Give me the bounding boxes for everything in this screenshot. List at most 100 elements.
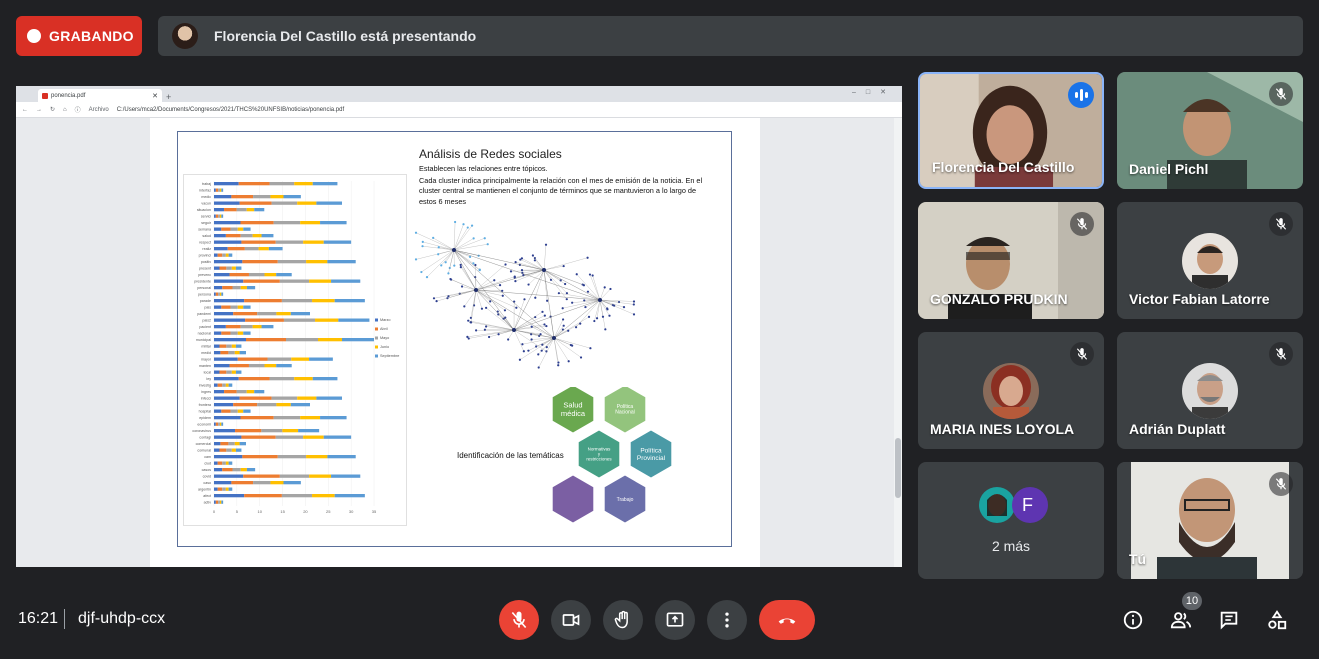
chart-legend-label: Mayo bbox=[380, 336, 389, 340]
viewer-scrollbar[interactable] bbox=[894, 118, 902, 567]
chart-bar-segment bbox=[312, 494, 335, 498]
chart-legend-label: Septiembre bbox=[380, 354, 399, 358]
network-node bbox=[557, 364, 560, 367]
chart-bar-segment bbox=[246, 390, 255, 394]
participant-count-badge: 10 bbox=[1182, 592, 1202, 610]
scrollbar-thumb[interactable] bbox=[895, 438, 901, 498]
chart-bar-segment bbox=[214, 351, 221, 355]
chart-bar-segment bbox=[320, 416, 347, 420]
pdf-page: 0 5 10 15 20 25 30 35 trabaj interfaz medic vacun si… bbox=[150, 118, 760, 567]
meeting-info-button[interactable] bbox=[1119, 606, 1147, 634]
pdf-viewer[interactable]: 0 5 10 15 20 25 30 35 trabaj interfaz medic vacun si… bbox=[16, 118, 902, 567]
network-node bbox=[565, 292, 569, 295]
network-edge bbox=[453, 249, 545, 271]
more-options-button[interactable] bbox=[707, 600, 747, 640]
chart-bar-segment bbox=[214, 331, 222, 335]
participant-tile-victor[interactable]: Victor Fabian Latorre bbox=[1117, 202, 1303, 319]
network-node bbox=[562, 264, 565, 268]
network-node bbox=[485, 325, 488, 328]
network-node bbox=[541, 310, 544, 313]
back-icon[interactable]: ← bbox=[22, 107, 28, 113]
close-tab-icon[interactable]: ✕ bbox=[152, 92, 158, 100]
network-node bbox=[463, 305, 466, 308]
network-node bbox=[421, 240, 424, 244]
network-node bbox=[513, 275, 516, 278]
participant-tile-maria[interactable]: MARIA INES LOYOLA bbox=[918, 332, 1104, 449]
network-node bbox=[483, 237, 486, 240]
network-node bbox=[466, 226, 469, 229]
participant-tile-daniel[interactable]: Daniel Pichl bbox=[1117, 72, 1303, 189]
network-node bbox=[534, 296, 537, 299]
chart-bar-segment bbox=[276, 403, 291, 407]
chart-bar-segment bbox=[214, 325, 226, 329]
chart-bar-segment bbox=[283, 481, 301, 485]
network-node bbox=[527, 283, 530, 286]
chart-bar-segment bbox=[221, 227, 231, 231]
chart-bar-segment bbox=[214, 260, 243, 264]
network-node bbox=[606, 307, 609, 310]
new-tab-icon[interactable]: + bbox=[166, 92, 171, 102]
chart-category-label: semana bbox=[198, 228, 211, 232]
browser-addressbar: ← → ↻ ⌂ ⓘ Archivo C:/Users/mca2/Document… bbox=[16, 102, 902, 118]
network-node bbox=[571, 301, 574, 304]
reload-icon[interactable]: ↻ bbox=[50, 106, 55, 113]
chart-bar-segment bbox=[230, 331, 238, 335]
participant-tile-self[interactable]: Tú bbox=[1117, 462, 1303, 579]
leave-call-button[interactable] bbox=[759, 600, 815, 640]
raise-hand-button[interactable] bbox=[603, 600, 643, 640]
network-node bbox=[584, 305, 587, 309]
network-node bbox=[444, 261, 447, 264]
chart-bar-segment bbox=[214, 240, 242, 244]
network-edge bbox=[453, 227, 468, 251]
participant-tile-more[interactable]: F 2 más bbox=[918, 462, 1104, 579]
network-node bbox=[571, 344, 574, 347]
chart-bar-segment bbox=[222, 461, 226, 465]
chart-bar-segment bbox=[271, 201, 298, 205]
mic-off-icon bbox=[1269, 212, 1293, 236]
participant-tile-florencia[interactable]: Florencia Del Castillo bbox=[918, 72, 1104, 189]
chart-bar-segment bbox=[217, 461, 223, 465]
chart-bar-segment bbox=[215, 500, 219, 504]
participant-name: Florencia Del Castillo bbox=[932, 159, 1075, 175]
network-node bbox=[514, 280, 517, 283]
participant-tile-gonzalo[interactable]: GONZALO PRUDKIN bbox=[918, 202, 1104, 319]
participant-tile-adrian[interactable]: Adrián Duplatt bbox=[1117, 332, 1303, 449]
chat-button[interactable] bbox=[1215, 606, 1243, 634]
chart-bar-segment bbox=[215, 214, 219, 218]
network-node bbox=[535, 345, 538, 348]
camera-toggle-button[interactable] bbox=[551, 600, 591, 640]
chart-bar-segment bbox=[222, 286, 233, 290]
network-node bbox=[544, 243, 548, 246]
chart-bar-segment bbox=[219, 292, 222, 296]
chart-bar-segment bbox=[334, 494, 365, 498]
chart-bar-segment bbox=[323, 240, 352, 244]
participants-button[interactable] bbox=[1167, 606, 1195, 634]
chart-bar-segment bbox=[246, 286, 256, 290]
forward-icon[interactable]: → bbox=[36, 107, 42, 113]
chart-bar-segment bbox=[290, 403, 310, 407]
network-node bbox=[603, 286, 606, 289]
chart-bar-segment bbox=[261, 325, 274, 329]
address-url[interactable]: C:/Users/mca2/Documents/Congresos/2021/T… bbox=[117, 107, 344, 113]
chart-bar-segment bbox=[235, 266, 242, 270]
chart-bar-segment bbox=[270, 195, 284, 199]
home-icon[interactable]: ⌂ bbox=[63, 107, 67, 113]
chart-bar-segment bbox=[221, 188, 224, 192]
present-screen-button[interactable] bbox=[655, 600, 695, 640]
activities-button[interactable] bbox=[1263, 606, 1291, 634]
mic-toggle-button[interactable] bbox=[499, 600, 539, 640]
network-node bbox=[454, 220, 457, 224]
chart-bar-segment bbox=[240, 286, 247, 290]
chart-bar-segment bbox=[222, 487, 226, 491]
window-controls[interactable]: –□✕ bbox=[852, 88, 896, 96]
chart-bar-segment bbox=[244, 247, 259, 251]
network-edge bbox=[553, 299, 601, 339]
chart-bar-segment bbox=[214, 468, 223, 472]
chart-bar-segment bbox=[222, 468, 233, 472]
chart-bar-segment bbox=[214, 500, 216, 504]
chart-bar-segment bbox=[236, 390, 247, 394]
chart-bar-segment bbox=[334, 299, 365, 303]
browser-tab[interactable]: ponencia.pdf ✕ bbox=[38, 89, 162, 102]
network-node bbox=[575, 273, 578, 276]
chart-bar-segment bbox=[303, 240, 324, 244]
